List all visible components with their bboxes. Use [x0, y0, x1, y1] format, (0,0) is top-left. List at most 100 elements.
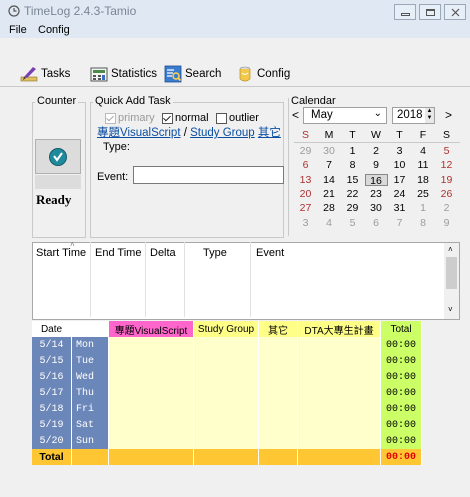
calendar-day[interactable]: 29: [341, 202, 364, 214]
calendar-day[interactable]: 17: [388, 174, 411, 186]
calendar-day[interactable]: 2: [435, 202, 458, 214]
scroll-up-icon[interactable]: ˄: [448, 245, 453, 254]
col-divider: [184, 242, 185, 317]
weekday-4: T: [396, 129, 403, 141]
stat-cell: [297, 433, 381, 449]
link-other[interactable]: 其它: [258, 127, 281, 139]
scroll-thumb[interactable]: [446, 257, 457, 289]
tab-statistics[interactable]: Statistics: [90, 62, 157, 86]
menu-config[interactable]: Config: [38, 24, 70, 36]
col-end-time[interactable]: End Time: [95, 247, 141, 259]
calendar-day[interactable]: 7: [388, 217, 411, 229]
close-icon: [451, 8, 460, 17]
event-label: Event:: [97, 171, 129, 183]
calendar-day[interactable]: 6: [294, 159, 317, 171]
counter-start-button[interactable]: [35, 139, 81, 174]
calendar-day[interactable]: 31: [388, 202, 411, 214]
pencil-ruler-icon: [20, 67, 38, 82]
calendar-day[interactable]: 18: [412, 174, 435, 186]
year-spinner[interactable]: 2018 ▲ ▼: [392, 107, 435, 124]
tab-search[interactable]: Search: [164, 62, 221, 86]
log-scrollbar[interactable]: ˄ ˅: [444, 243, 459, 319]
stat-cell: 5/18: [32, 401, 72, 417]
tab-statistics-label: Statistics: [111, 68, 158, 80]
calendar-day[interactable]: 1: [412, 202, 435, 214]
close-button[interactable]: [444, 4, 466, 20]
maximize-button[interactable]: [419, 4, 441, 20]
stat-cell: [258, 369, 298, 385]
col-divider: [145, 242, 146, 317]
calendar-day[interactable]: 21: [318, 188, 341, 200]
calendar-day[interactable]: 15: [341, 174, 364, 186]
minimize-button[interactable]: [394, 4, 416, 20]
calendar-day[interactable]: 30: [318, 145, 341, 157]
calendar-day[interactable]: 11: [412, 159, 435, 171]
calendar-day[interactable]: 22: [341, 188, 364, 200]
calendar-day[interactable]: 5: [435, 145, 458, 157]
calendar-day[interactable]: 25: [412, 188, 435, 200]
weekday-3: W: [371, 129, 381, 141]
calendar-day[interactable]: 28: [318, 202, 341, 214]
month-select[interactable]: May ⌄: [303, 107, 387, 124]
col-type[interactable]: Type: [203, 247, 227, 259]
type-label: Type:: [103, 141, 130, 153]
option-normal[interactable]: normal: [162, 112, 209, 124]
link-study-group[interactable]: Study Group: [190, 127, 255, 139]
calendar-day[interactable]: 9: [435, 217, 458, 229]
calendar-day[interactable]: 8: [412, 217, 435, 229]
calendar-day[interactable]: 13: [294, 174, 317, 186]
calendar-day[interactable]: 9: [365, 159, 388, 171]
calendar-day[interactable]: 1: [341, 145, 364, 157]
calendar-next-button[interactable]: >: [445, 108, 452, 122]
normal-checkbox[interactable]: [162, 112, 173, 124]
stat-cell: [258, 417, 298, 433]
calendar-day[interactable]: 8: [341, 159, 364, 171]
calendar-day[interactable]: 30: [365, 202, 388, 214]
calendar-day[interactable]: 5: [341, 217, 364, 229]
stat-cell: Fri: [71, 401, 109, 417]
calendar-day[interactable]: 4: [412, 145, 435, 157]
window-title: TimeLog 2.4.3-Tamio: [24, 4, 137, 18]
calendar-day[interactable]: 26: [435, 188, 458, 200]
calendar-day[interactable]: 23: [365, 188, 388, 200]
calendar-prev-button[interactable]: <: [292, 108, 299, 122]
calendar-day[interactable]: 4: [318, 217, 341, 229]
scroll-down-icon[interactable]: ˅: [448, 305, 453, 314]
outlier-checkbox[interactable]: [216, 112, 227, 124]
calendar-day[interactable]: 20: [294, 188, 317, 200]
calendar-day[interactable]: 10: [388, 159, 411, 171]
calendar-day[interactable]: 14: [318, 174, 341, 186]
link-visualscript[interactable]: 專題VisualScript: [97, 127, 181, 139]
primary-checkbox[interactable]: [105, 112, 116, 124]
option-primary[interactable]: primary: [105, 112, 155, 124]
calendar-day[interactable]: 19: [435, 174, 458, 186]
tab-config[interactable]: Config: [236, 62, 290, 86]
calendar-day[interactable]: 7: [318, 159, 341, 171]
stat-cell: Wed: [71, 369, 109, 385]
col-start-time[interactable]: Start Time: [36, 247, 86, 259]
stat-header-cell: [71, 321, 109, 337]
option-outlier[interactable]: outlier: [216, 112, 259, 124]
col-delta[interactable]: Delta: [150, 247, 176, 259]
calendar-day[interactable]: 12: [435, 159, 458, 171]
col-event[interactable]: Event: [256, 247, 284, 259]
calendar-day[interactable]: 24: [388, 188, 411, 200]
calendar-day[interactable]: 29: [294, 145, 317, 157]
calendar-day[interactable]: 2: [365, 145, 388, 157]
calendar-day[interactable]: 6: [365, 217, 388, 229]
calendar-label: Calendar: [291, 95, 336, 107]
stat-cell: Tue: [71, 353, 109, 369]
menu-file[interactable]: File: [9, 24, 27, 36]
stat-total-cell: [108, 449, 194, 465]
event-input[interactable]: [133, 166, 284, 184]
calendar-day[interactable]: 3: [294, 217, 317, 229]
tab-tasks[interactable]: Tasks: [20, 62, 70, 86]
calendar-day[interactable]: 27: [294, 202, 317, 214]
calendar-day[interactable]: 16: [364, 173, 388, 187]
stat-cell: [108, 433, 194, 449]
stat-cell: Sat: [71, 417, 109, 433]
calendar-day[interactable]: 3: [388, 145, 411, 157]
spinner-arrows-icon[interactable]: ▲ ▼: [425, 108, 434, 123]
chevron-down-icon: ⌄: [373, 108, 382, 119]
maximize-icon: [426, 9, 435, 16]
